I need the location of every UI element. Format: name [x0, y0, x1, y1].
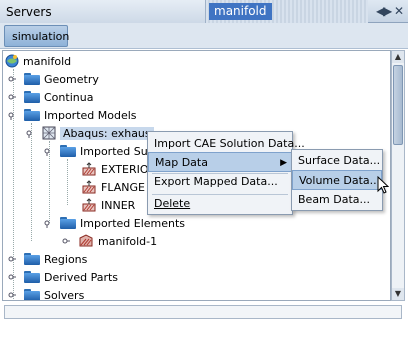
folder-icon [24, 73, 40, 85]
mouse-cursor-icon [377, 176, 389, 194]
tree-item-solvers[interactable]: Solvers [7, 286, 85, 301]
menu-item-beam-data[interactable]: Beam Data... [292, 190, 382, 210]
tree-item-label: Derived Parts [44, 270, 119, 284]
expand-handle-icon[interactable] [7, 93, 16, 102]
map-data-submenu: Surface Data... Volume Data... Beam Data… [291, 149, 383, 211]
tree-item-label: Continua [44, 90, 94, 104]
volume-element-icon [79, 234, 93, 247]
simulation-tab-label: simulation [12, 30, 70, 43]
tree-item-derived-parts[interactable]: Derived Parts [7, 268, 118, 286]
menu-item-label: Map Data [155, 156, 208, 169]
expand-handle-icon[interactable] [7, 291, 16, 300]
folder-icon [24, 271, 40, 283]
tree-item-label: Geometry [44, 72, 99, 86]
tree-item-geometry[interactable]: Geometry [7, 70, 99, 88]
tab-manifold-label: manifold [209, 3, 272, 20]
surface-icon [82, 180, 96, 194]
tab-servers[interactable]: Servers [0, 0, 206, 23]
menu-item-surface-data[interactable]: Surface Data... [292, 151, 382, 171]
menu-item-import-cae[interactable]: Import CAE Solution Data... [148, 134, 305, 154]
collapse-handle-icon[interactable] [25, 129, 34, 138]
folder-icon [24, 91, 40, 103]
collapse-handle-icon[interactable] [7, 111, 16, 120]
scroll-thumb[interactable] [393, 65, 403, 145]
menu-item-export-mapped[interactable]: Export Mapped Data... [148, 172, 292, 192]
folder-icon [24, 289, 40, 300]
tree-item-label: manifold [23, 54, 72, 68]
simulation-tab[interactable]: simulation [4, 25, 70, 47]
tree-item-continua[interactable]: Continua [7, 88, 93, 106]
close-icon[interactable]: ✕ [394, 4, 404, 18]
folder-icon [60, 145, 76, 157]
tree-item-label: Abaqus: exhaus [60, 126, 154, 140]
expand-handle-icon[interactable] [7, 273, 16, 282]
scroll-up-icon[interactable]: ▲ [392, 51, 404, 63]
title-bar: Servers manifold ◀ ▶ ✕ [0, 0, 408, 23]
tree-item-label: FLANGE [101, 180, 145, 194]
collapse-handle-icon[interactable] [43, 147, 52, 156]
scroll-down-icon[interactable]: ▼ [392, 288, 404, 300]
tree-item-label: INNER [101, 198, 136, 212]
simulation-icon [5, 54, 19, 68]
tree-item-label: Imported Elements [80, 216, 186, 230]
menu-item-map-data[interactable]: Map Data ▶ [148, 152, 292, 172]
folder-icon [24, 109, 40, 121]
tree-item-imported-surfaces[interactable]: Imported Sur [43, 142, 152, 160]
horizontal-scrollbar[interactable] [4, 305, 402, 319]
folder-icon [60, 217, 76, 229]
submenu-arrow-icon: ▶ [280, 158, 287, 168]
collapse-handle-icon[interactable] [43, 219, 52, 228]
vertical-scrollbar[interactable]: ▲ ▼ [391, 50, 405, 301]
tree-item-root[interactable]: manifold [5, 52, 71, 70]
maximize-icon[interactable]: ▶ [383, 4, 392, 18]
tab-manifold[interactable]: manifold [206, 0, 368, 23]
mesh-model-icon [42, 126, 56, 140]
tree-item-label: Imported Sur [80, 144, 153, 158]
tree-item-label: EXTERIO [101, 162, 149, 176]
tree-item-abaqus[interactable]: Abaqus: exhaus [25, 124, 154, 142]
expand-handle-icon[interactable] [7, 255, 16, 264]
folder-icon [24, 253, 40, 265]
surface-icon [82, 198, 96, 212]
context-menu: Import CAE Solution Data... Map Data ▶ E… [147, 131, 305, 215]
expand-handle-icon[interactable] [7, 75, 16, 84]
tree-item-manifold-1[interactable]: manifold-1 [61, 232, 157, 250]
tree-item-regions[interactable]: Regions [7, 250, 87, 268]
menu-item-delete[interactable]: Delete [148, 194, 292, 214]
tree-item-imported-elements[interactable]: Imported Elements [43, 214, 185, 232]
menu-item-volume-data[interactable]: Volume Data... [292, 170, 382, 190]
toolbar: simulation [0, 23, 408, 49]
surface-icon [82, 162, 96, 176]
tree-item-label: manifold-1 [98, 234, 158, 248]
tree-connector [67, 159, 68, 205]
expand-handle-icon[interactable] [61, 237, 70, 246]
tree-item-imported-models[interactable]: Imported Models [7, 106, 137, 124]
tree-item-exterior[interactable]: EXTERIO [81, 160, 149, 178]
tree-item-label: Regions [44, 252, 88, 266]
tab-servers-label: Servers [6, 5, 52, 19]
tree-item-label: Solvers [44, 288, 85, 301]
tree-item-flange[interactable]: FLANGE [81, 178, 145, 196]
tree-item-inner[interactable]: INNER [81, 196, 135, 214]
tree-item-label: Imported Models [44, 108, 137, 122]
